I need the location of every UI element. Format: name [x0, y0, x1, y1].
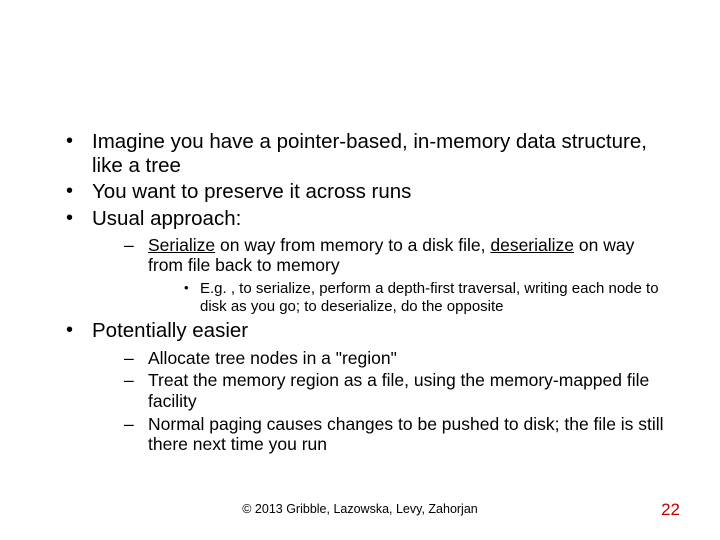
- bullet-text: E.g. , to serialize, perform a depth-fir…: [200, 280, 659, 315]
- bullet-text: Imagine you have a pointer-based, in-mem…: [92, 130, 647, 177]
- sub-bullet-list: Serialize on way from memory to a disk f…: [92, 235, 672, 316]
- bullet-item: Usual approach: Serialize on way from me…: [58, 207, 672, 316]
- page-number: 22: [661, 500, 680, 520]
- footer-copyright: © 2013 Gribble, Lazowska, Levy, Zahorjan: [0, 502, 720, 516]
- sub-bullet-list: Allocate tree nodes in a "region" Treat …: [92, 348, 672, 455]
- bullet-item: Potentially easier Allocate tree nodes i…: [58, 319, 672, 454]
- bullet-text: Treat the memory region as a file, using…: [148, 370, 649, 411]
- bullet-text: Normal paging causes changes to be pushe…: [148, 414, 664, 455]
- sub-bullet-item: Serialize on way from memory to a disk f…: [118, 235, 672, 316]
- bullet-text: You want to preserve it across runs: [92, 180, 411, 203]
- sub-bullet-item: Allocate tree nodes in a "region": [118, 348, 672, 369]
- sub-bullet-item: Treat the memory region as a file, using…: [118, 370, 672, 411]
- content-area: Imagine you have a pointer-based, in-mem…: [58, 130, 672, 459]
- bullet-text: Allocate tree nodes in a "region": [148, 348, 397, 368]
- underline-text: deserialize: [490, 235, 574, 255]
- sub-sub-bullet-item: E.g. , to serialize, perform a depth-fir…: [178, 280, 672, 315]
- bullet-text: Potentially easier: [92, 319, 248, 342]
- bullet-list: Imagine you have a pointer-based, in-mem…: [58, 130, 672, 455]
- bullet-text: Usual approach:: [92, 207, 241, 230]
- sub-sub-bullet-list: E.g. , to serialize, perform a depth-fir…: [148, 280, 672, 315]
- bullet-item: Imagine you have a pointer-based, in-mem…: [58, 130, 672, 178]
- bullet-item: You want to preserve it across runs: [58, 180, 672, 204]
- slide: Imagine you have a pointer-based, in-mem…: [0, 0, 720, 540]
- sub-bullet-item: Normal paging causes changes to be pushe…: [118, 414, 672, 455]
- underline-text: Serialize: [148, 235, 215, 255]
- bullet-text: on way from memory to a disk file,: [215, 235, 490, 255]
